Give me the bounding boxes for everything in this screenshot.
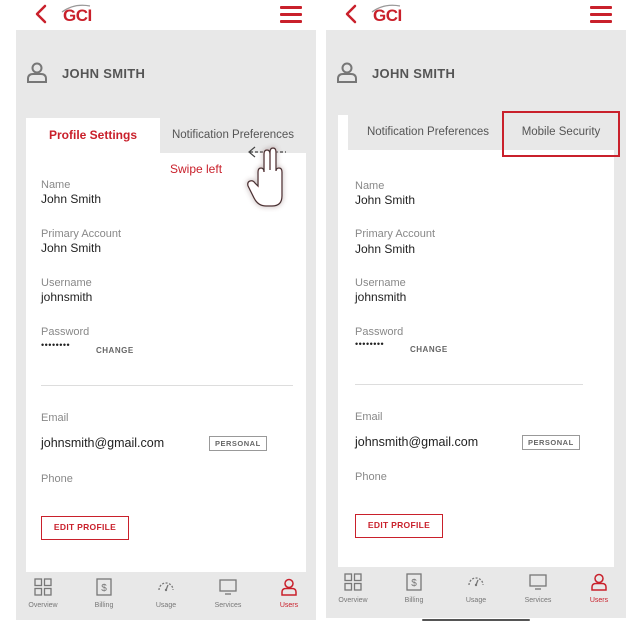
billing-icon: $ <box>406 573 422 591</box>
hamburger-menu-icon[interactable] <box>280 6 302 24</box>
app-header: GCI <box>16 0 316 30</box>
billing-icon: $ <box>96 578 112 596</box>
phone-label: Phone <box>355 471 387 483</box>
user-icon <box>281 578 297 596</box>
name-value: John Smith <box>355 193 416 207</box>
username-value: johnsmith <box>355 290 407 304</box>
home-indicator <box>422 619 530 621</box>
nav-billing-label: Billing <box>94 602 114 609</box>
nav-usage-label: Usage <box>465 597 487 604</box>
gauge-icon <box>468 577 484 587</box>
back-arrow-icon[interactable] <box>34 3 48 25</box>
primary-account-label: Primary Account <box>355 228 436 240</box>
nav-usage-label: Usage <box>155 602 177 609</box>
nav-services-label: Services <box>524 597 552 604</box>
email-label: Email <box>355 411 383 423</box>
nav-usage[interactable]: Usage <box>451 573 501 604</box>
nav-billing[interactable]: $ Billing <box>79 578 129 609</box>
email-type-badge: PERSONAL <box>522 435 580 450</box>
email-type-badge: PERSONAL <box>209 436 267 451</box>
email-label: Email <box>41 412 69 424</box>
primary-account-value: John Smith <box>41 241 102 255</box>
mobile-security-screen: GCI JOHN SMITH Notification Preferences … <box>326 0 626 627</box>
user-icon <box>337 62 357 83</box>
tab-notification-preferences[interactable]: Notification Preferences <box>348 115 508 150</box>
gci-logo[interactable]: GCI <box>60 2 100 28</box>
password-value: •••••••• <box>41 340 71 350</box>
tab-profile-settings[interactable]: Profile Settings <box>26 118 160 153</box>
hamburger-menu-icon[interactable] <box>590 6 612 24</box>
user-icon <box>27 62 47 83</box>
nav-services-label: Services <box>214 602 242 609</box>
nav-overview[interactable]: Overview <box>18 578 68 609</box>
change-password-link[interactable]: CHANGE <box>96 346 134 355</box>
edit-profile-button[interactable]: EDIT PROFILE <box>355 514 443 538</box>
username-label: Username <box>41 277 92 289</box>
phone-label: Phone <box>41 473 73 485</box>
user-header: JOHN SMITH <box>326 30 626 112</box>
nav-services[interactable]: Services <box>513 573 563 604</box>
app-header: GCI <box>326 0 626 30</box>
email-value: johnsmith@gmail.com <box>41 436 165 450</box>
username-value: johnsmith <box>41 290 93 304</box>
svg-text:$: $ <box>101 583 107 594</box>
nav-users-label: Users <box>589 597 609 604</box>
nav-billing[interactable]: $ Billing <box>389 573 439 604</box>
password-label: Password <box>41 326 90 338</box>
monitor-icon <box>219 579 237 595</box>
section-divider <box>41 385 293 386</box>
gauge-icon <box>158 582 174 592</box>
profile-card: Profile Settings Notification Preference… <box>26 118 306 573</box>
nav-overview-label: Overview <box>338 597 368 604</box>
back-arrow-icon[interactable] <box>344 3 358 25</box>
name-label: Name <box>355 180 385 192</box>
email-value: johnsmith@gmail.com <box>355 435 479 449</box>
swipe-hand-icon <box>247 146 286 207</box>
profile-settings-screen: GCI JOHN SMITH Profile Settings Notifica… <box>16 0 316 627</box>
nav-overview[interactable]: Overview <box>328 573 378 604</box>
nav-users-label: Users <box>279 602 299 609</box>
nav-overview-label: Overview <box>28 602 58 609</box>
logo-text: GCI <box>63 6 92 25</box>
section-divider <box>355 384 583 385</box>
name-value: John Smith <box>41 192 102 206</box>
grid-icon <box>344 573 362 591</box>
bottom-navigation: Overview $ Billing Usage Services Users <box>16 572 316 620</box>
profile-card: Notification Preferences Mobile Security… <box>338 111 620 567</box>
user-display-name: JOHN SMITH <box>372 66 456 81</box>
password-label: Password <box>355 326 404 338</box>
edit-profile-button[interactable]: EDIT PROFILE <box>41 516 129 540</box>
bottom-navigation: Overview $ Billing Usage Services Users <box>326 567 626 615</box>
change-password-link[interactable]: CHANGE <box>410 345 448 354</box>
grid-icon <box>34 578 52 596</box>
svg-text:$: $ <box>411 578 417 589</box>
nav-users[interactable]: Users <box>264 578 314 609</box>
mobile-security-highlight <box>502 111 620 157</box>
user-header: JOHN SMITH <box>16 30 316 112</box>
user-icon <box>591 573 607 591</box>
name-label: Name <box>41 179 71 191</box>
primary-account-label: Primary Account <box>41 228 122 240</box>
password-value: •••••••• <box>355 339 385 349</box>
nav-users[interactable]: Users <box>574 573 624 604</box>
user-display-name: JOHN SMITH <box>62 66 146 81</box>
nav-billing-label: Billing <box>404 597 424 604</box>
username-label: Username <box>355 277 406 289</box>
logo-text: GCI <box>373 6 402 25</box>
nav-usage[interactable]: Usage <box>141 578 191 609</box>
swipe-left-hint: Swipe left <box>170 162 223 176</box>
nav-services[interactable]: Services <box>203 578 253 609</box>
primary-account-value: John Smith <box>355 242 416 256</box>
monitor-icon <box>529 574 547 590</box>
gci-logo[interactable]: GCI <box>370 2 410 28</box>
